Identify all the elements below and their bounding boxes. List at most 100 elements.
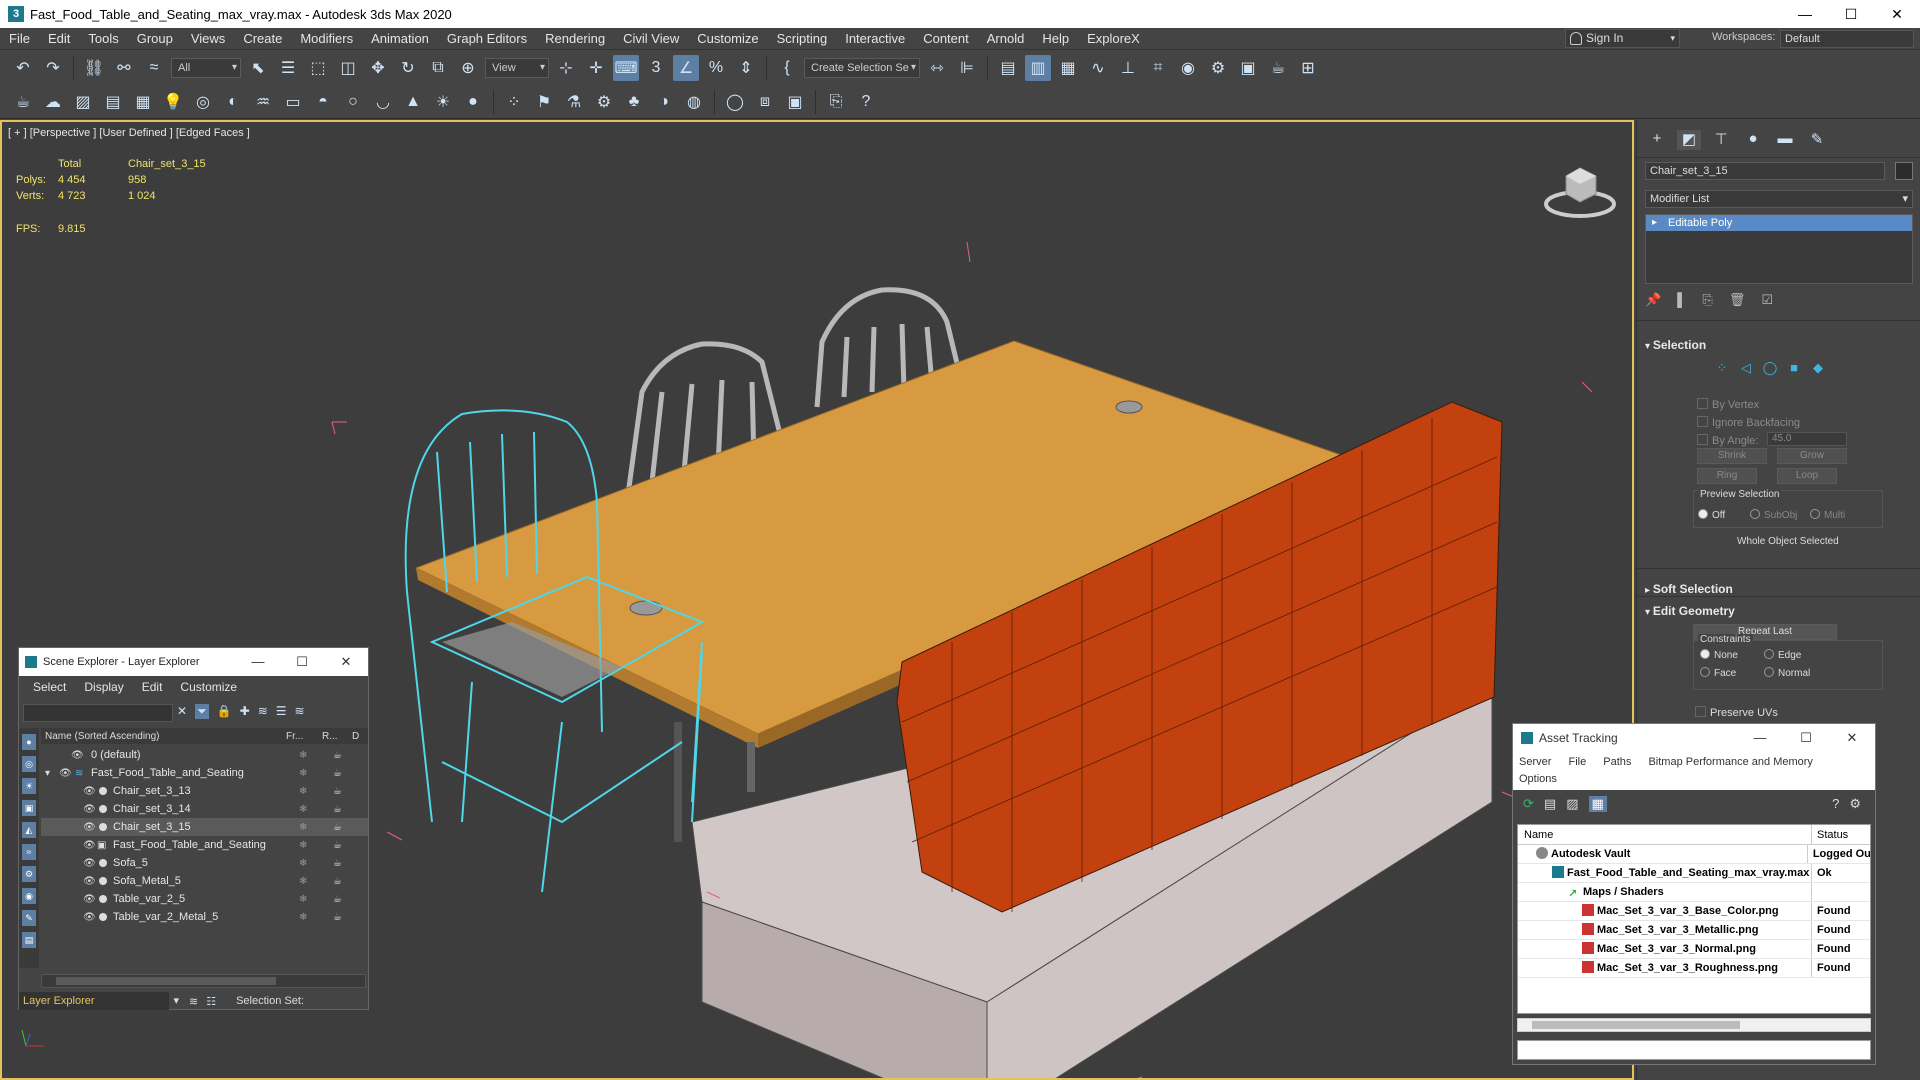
globe-icon[interactable]: ◯ [722,89,748,115]
loop-button[interactable]: Loop [1777,468,1837,484]
menu-scripting[interactable]: Scripting [768,31,837,46]
lock-icon[interactable]: 🔒 [217,704,232,719]
se-menu-customize[interactable]: Customize [180,680,237,694]
keyboard-shortcut-override-icon[interactable]: ⌨ [613,55,639,81]
select-object-icon[interactable]: ⬉ [245,55,271,81]
render-icon[interactable]: ☕ [1265,55,1291,81]
expand-arrow-icon[interactable]: ▾ [45,768,50,779]
filter-geometry-icon[interactable]: ● [22,734,36,750]
show-end-result-icon[interactable]: ▌ [1677,292,1686,308]
teapot-icon[interactable]: ☕ [10,89,36,115]
menu-create[interactable]: Create [234,31,291,46]
thumbnail-view-icon[interactable]: ▨ [1566,796,1578,812]
filter-xrefs-icon[interactable]: ◉ [22,888,36,904]
particles-icon[interactable]: ⁘ [501,89,527,115]
by-angle-spinner[interactable]: 45.0 [1767,432,1847,446]
hierarchy-tab-icon[interactable]: ⊤ [1709,130,1733,150]
maximize-button[interactable]: ☐ [1828,0,1874,28]
filter-bones-icon[interactable]: ✎ [22,910,36,926]
visibility-eye-icon[interactable]: 👁 [71,750,84,761]
visibility-eye-icon[interactable]: 👁 [83,786,96,797]
menu-help[interactable]: Help [1033,31,1078,46]
element-icon[interactable]: ◆ [1809,360,1827,376]
settings-icon[interactable]: ⚙ [1849,796,1861,812]
menu-content[interactable]: Content [914,31,978,46]
at-menu-server[interactable]: Server [1519,756,1551,768]
remove-modifier-icon[interactable]: 🗑 [1729,292,1746,308]
cone-icon[interactable]: ▲ [400,89,426,115]
close-button[interactable]: ✕ [1829,730,1875,746]
constraint-face-radio[interactable]: Face [1700,667,1736,679]
move-icon[interactable]: ✥ [365,55,391,81]
asset-row[interactable]: Mac_Set_3_var_3_Normal.png Found [1518,940,1870,959]
viewport-label[interactable]: [ + ] [Perspective ] [User Defined ] [Ed… [8,127,250,139]
disc-icon[interactable]: ● [460,89,486,115]
sun-icon[interactable]: ☀ [430,89,456,115]
border-icon[interactable]: ◯ [1761,360,1779,376]
asset-row[interactable]: ↗ Maps / Shaders [1518,883,1870,902]
mirror-icon[interactable]: ⇿ [924,55,950,81]
modifier-stack-item[interactable]: Editable Poly [1646,215,1912,231]
render-setup-icon[interactable]: ⚙ [1205,55,1231,81]
render-teapot-icon[interactable]: ☕ [333,876,342,887]
preview-multi-radio[interactable]: Multi [1810,509,1845,521]
maximize-button[interactable]: ☐ [280,654,324,670]
freeze-icon[interactable]: ❄ [299,840,307,851]
menu-edit[interactable]: Edit [39,31,79,46]
constraint-edge-radio[interactable]: Edge [1764,649,1801,661]
light-icon[interactable]: 💡 [160,89,186,115]
layers-icon[interactable]: ≋ [258,704,268,719]
unlink-icon[interactable]: ⚯ [111,55,137,81]
asset-row[interactable]: Mac_Set_3_var_3_Base_Color.png Found [1518,902,1870,921]
filter-helpers-icon[interactable]: ◭ [22,822,36,838]
motion-tab-icon[interactable]: ● [1741,130,1765,150]
frame-buffer-icon[interactable]: ⧈ [752,89,778,115]
menu-graph-editors[interactable]: Graph Editors [438,31,536,46]
visibility-eye-icon[interactable]: 👁 [83,822,96,833]
freeze-icon[interactable]: ❄ [299,894,307,905]
dope-sheet-icon[interactable]: ⊥ [1115,55,1141,81]
ring-button[interactable]: Ring [1697,468,1757,484]
make-unique-icon[interactable]: ⎘ [1702,292,1712,308]
preview-subobj-radio[interactable]: SubObj [1750,509,1797,521]
clear-search-icon[interactable]: ✕ [177,704,187,719]
menu-interactive[interactable]: Interactive [836,31,914,46]
visibility-eye-icon[interactable]: 👁 [83,840,96,851]
close-button[interactable]: ✕ [1874,0,1920,28]
refresh-icon[interactable]: ⟳ [1523,796,1534,812]
preserve-uvs-checkbox[interactable]: Preserve UVs [1695,706,1778,719]
asset-row[interactable]: Mac_Set_3_var_3_Roughness.png Found [1518,959,1870,978]
render-teapot-icon[interactable]: ☕ [333,750,342,761]
bowl-icon[interactable]: ◡ [370,89,396,115]
add-layer-icon[interactable]: ✚ [240,704,250,719]
select-by-name-icon[interactable]: ☰ [275,55,301,81]
spinner-snap-icon[interactable]: ⇕ [733,55,759,81]
freeze-icon[interactable]: ❄ [299,822,307,833]
cloud-icon[interactable]: ☁ [40,89,66,115]
minimize-button[interactable]: — [1782,0,1828,28]
asset-status-header[interactable]: Status [1812,825,1848,844]
menu-arnold[interactable]: Arnold [978,31,1034,46]
pin-stack-icon[interactable]: 📌 [1645,292,1661,308]
list-view-icon[interactable]: ▤ [1544,796,1556,812]
se-horizontal-scrollbar[interactable] [41,974,366,988]
utilities-tab-icon[interactable]: ✎ [1805,130,1829,150]
at-menu-bitmap-performance[interactable]: Bitmap Performance and Memory [1648,756,1812,768]
angle-snap-icon[interactable]: ∠ [673,55,699,81]
menu-explorex[interactable]: ExploreX [1078,31,1149,46]
configure-modifier-sets-icon[interactable]: ☑ [1761,292,1773,308]
se-menu-edit[interactable]: Edit [142,680,163,694]
object-row[interactable]: 👁 Table_var_2_Metal_5 ❄ ☕ [41,908,368,926]
preview-off-radio[interactable]: Off [1698,509,1725,521]
freeze-icon[interactable]: ❄ [299,750,307,761]
hierarchy-toggle-icon[interactable]: ☷ [206,995,216,1008]
link-icon[interactable]: ⛓ [81,55,107,81]
selection-filter-dropdown[interactable]: All [171,58,241,78]
layer-row[interactable]: ▾ 👁 ≋ Fast_Food_Table_and_Seating ❄ ☕ [41,764,368,782]
layer-row[interactable]: 👁 0 (default) ❄ ☕ [41,746,368,764]
edit-named-sets-icon[interactable]: { [774,55,800,81]
mesh-icon[interactable]: ◍ [681,89,707,115]
se-search-input[interactable] [23,704,173,722]
visibility-eye-icon[interactable]: 👁 [83,876,96,887]
soft-selection-rollout-title[interactable]: Soft Selection [1645,582,1733,596]
